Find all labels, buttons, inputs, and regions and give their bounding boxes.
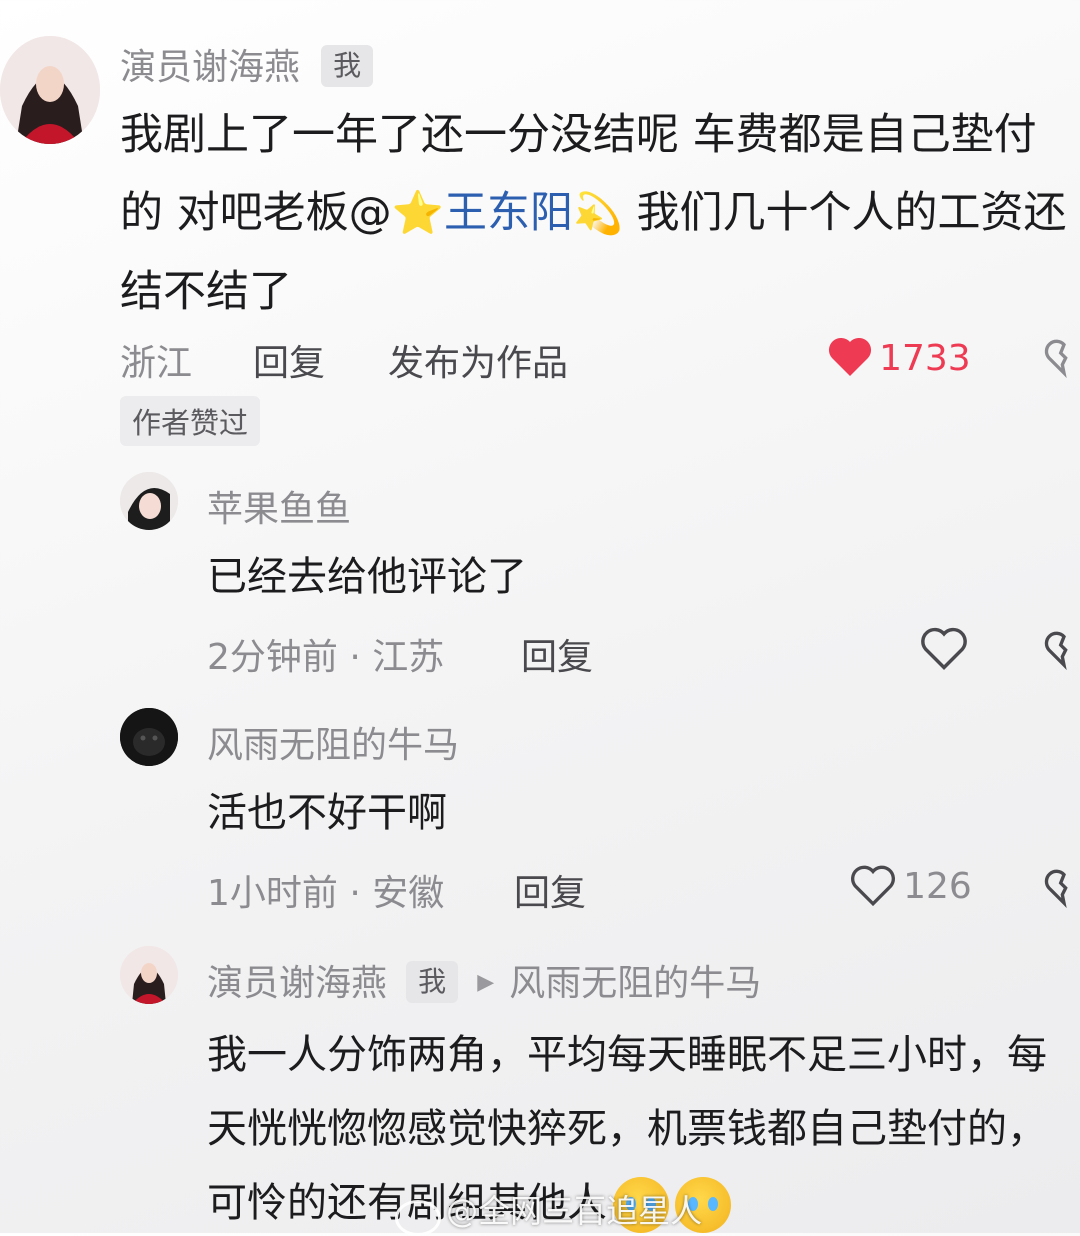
main-location: 浙江 <box>120 343 193 384</box>
reply-3-reply-to[interactable]: 风雨无阻的牛马 <box>509 963 761 1004</box>
heart-filled-icon <box>828 337 872 376</box>
reply-1-meta: 2分钟前 · 江苏 <box>207 637 445 678</box>
reply-1-dislike-button[interactable] <box>1044 628 1080 676</box>
avatar-reply-3[interactable] <box>120 946 178 1004</box>
reply-2-text: 活也不好干啊 <box>207 790 447 836</box>
reply-2-dislike-button[interactable] <box>1044 866 1080 914</box>
reply-2-meta: 1小时前 · 安徽 <box>207 873 445 914</box>
reply-2-reply-button[interactable]: 回复 <box>514 864 586 916</box>
avatar-reply-1[interactable] <box>120 472 178 530</box>
shooting-star-emoji: 💫 <box>572 191 623 237</box>
dislike-broken-heart-icon <box>1044 339 1068 379</box>
me-tag: 我 <box>406 961 459 1003</box>
dislike-broken-heart-icon <box>1044 869 1068 909</box>
main-dislike-button[interactable] <box>1044 336 1080 384</box>
avatar-main-commenter[interactable] <box>0 36 100 144</box>
heart-outline-icon <box>921 627 967 670</box>
reply-2-like-button[interactable]: 126 <box>848 862 972 908</box>
watermark-text: @全网三百追星人 <box>446 1192 703 1230</box>
main-like-count: 1733 <box>879 338 971 379</box>
watermark: @全网三百追星人 <box>395 1186 702 1236</box>
reply-1-like-button[interactable] <box>918 624 970 676</box>
author-name[interactable]: 演员谢海燕 <box>120 47 300 88</box>
main-comment-text: 我剧上了一年了还一分没结呢 车费都是自己垫付的 对吧老板@⭐王东阳💫 我们几十个… <box>120 110 1067 317</box>
reply-3-author-row: 演员谢海燕 我 ▶ 风雨无阻的牛马 <box>207 954 761 1006</box>
publish-as-work-button[interactable]: 发布为作品 <box>388 334 568 386</box>
avatar-reply-2[interactable] <box>120 708 178 766</box>
dislike-broken-heart-icon <box>1044 631 1068 671</box>
reply-1-reply-button[interactable]: 回复 <box>521 628 593 680</box>
reply-1-text: 已经去给他评论了 <box>207 554 527 600</box>
main-like-button[interactable]: 1733 <box>826 334 971 379</box>
weibo-logo-icon <box>395 1199 441 1236</box>
reply-arrow-icon: ▶ <box>477 970 495 995</box>
reply-2-like-count: 126 <box>903 866 972 907</box>
reply-1-author[interactable]: 苹果鱼鱼 <box>207 480 351 532</box>
main-reply-button[interactable]: 回复 <box>253 334 325 386</box>
me-tag: 我 <box>321 45 374 87</box>
author-liked-badge: 作者赞过 <box>120 396 261 446</box>
reply-2-author[interactable]: 风雨无阻的牛马 <box>207 716 459 768</box>
heart-outline-icon <box>851 865 895 907</box>
sparkle-star-emoji: ⭐ <box>391 188 444 237</box>
main-author-row: 演员谢海燕 我 <box>120 38 374 90</box>
reply-3-author[interactable]: 演员谢海燕 <box>207 963 387 1004</box>
mention-link[interactable]: 王东阳 <box>444 188 573 238</box>
